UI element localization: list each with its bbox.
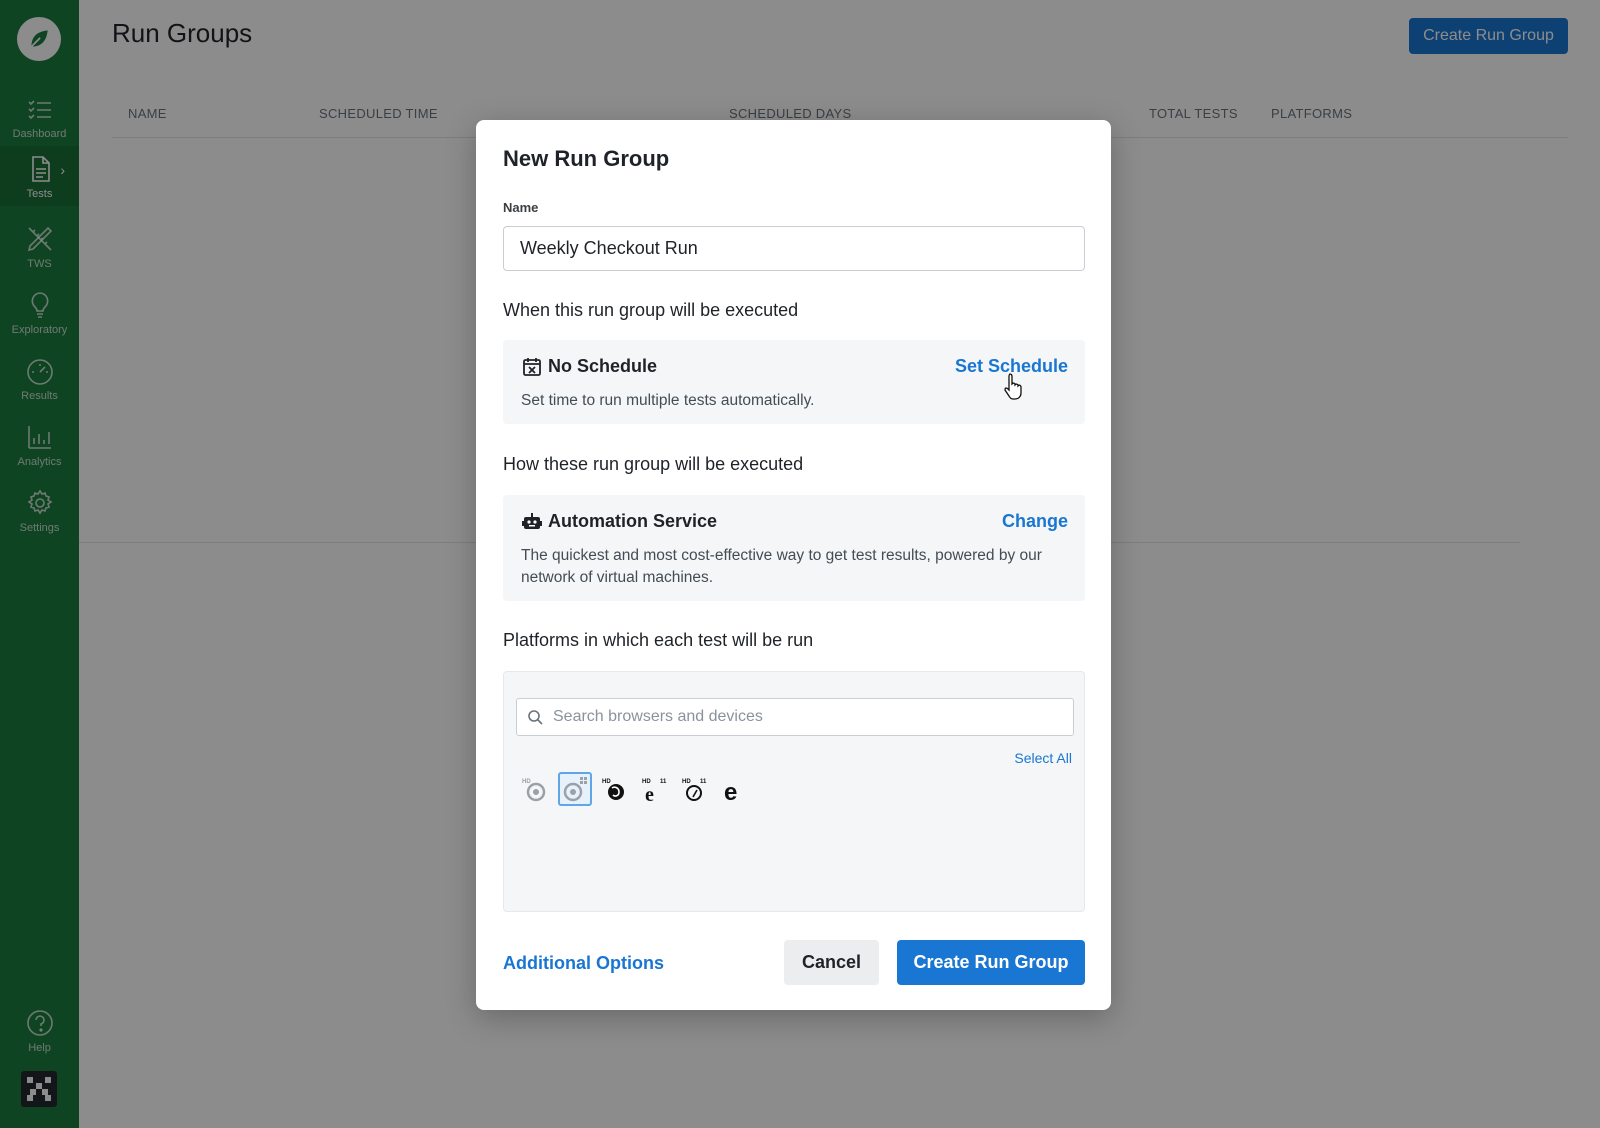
safari-hd-icon: HD 11 [682,779,707,801]
execution-card: Automation Service Change The quickest a… [503,495,1085,601]
dialog-title: New Run Group [503,146,670,171]
platform-search-input[interactable] [553,699,1068,735]
svg-text:11: 11 [660,779,667,785]
browser-option[interactable]: HD [598,772,632,806]
svg-text:e: e [645,784,654,803]
ie11-hd-icon: HD 11e [642,779,667,803]
name-label: Name [503,200,539,215]
firefox-hd-icon: HD [602,779,624,800]
svg-text:e: e [724,779,737,803]
chrome-windows-icon [563,777,587,802]
create-run-group-submit-button[interactable]: Create Run Group [897,940,1085,985]
schedule-card: No Schedule Set Schedule Set time to run… [503,340,1085,424]
edge-icon: e [724,779,737,803]
new-run-group-dialog: New Run Group Name When this run group w… [476,120,1111,1010]
execution-title: Automation Service [548,511,718,531]
browser-option[interactable]: HD 11 e [638,772,672,806]
robot-icon [522,513,542,529]
schedule-description: Set time to run multiple tests automatic… [521,392,815,409]
browser-option[interactable]: HD 11 [678,772,712,806]
additional-options-link[interactable]: Additional Options [503,953,664,974]
hand-cursor-icon [1004,373,1022,400]
browser-option[interactable]: HD [518,772,552,806]
cancel-button[interactable]: Cancel [784,940,879,985]
browser-list: HD HD HD 11 e HD 11 e [518,772,752,806]
svg-text:11: 11 [700,779,707,785]
platform-selector: Select All HD HD HD 11 e HD 11 e [503,671,1085,912]
platform-search [516,698,1074,736]
search-icon [528,710,543,725]
browser-option-selected[interactable] [558,772,592,806]
schedule-heading: When this run group will be executed [503,300,799,320]
select-all-link[interactable]: Select All [1014,750,1072,766]
svg-text:HD: HD [682,779,691,785]
name-input[interactable] [503,226,1085,271]
svg-text:HD: HD [522,779,531,785]
calendar-x-icon [523,358,541,376]
execution-description: The quickest and most cost-effective way… [521,547,1042,586]
platforms-heading: Platforms in which each test will be run [503,630,814,650]
chrome-hd-icon: HD [522,779,546,802]
schedule-title: No Schedule [548,356,658,376]
svg-text:HD: HD [602,779,611,785]
change-execution-link[interactable]: Change [1002,511,1068,532]
execution-heading: How these run group will be executed [503,454,804,474]
browser-option[interactable]: e [718,772,752,806]
